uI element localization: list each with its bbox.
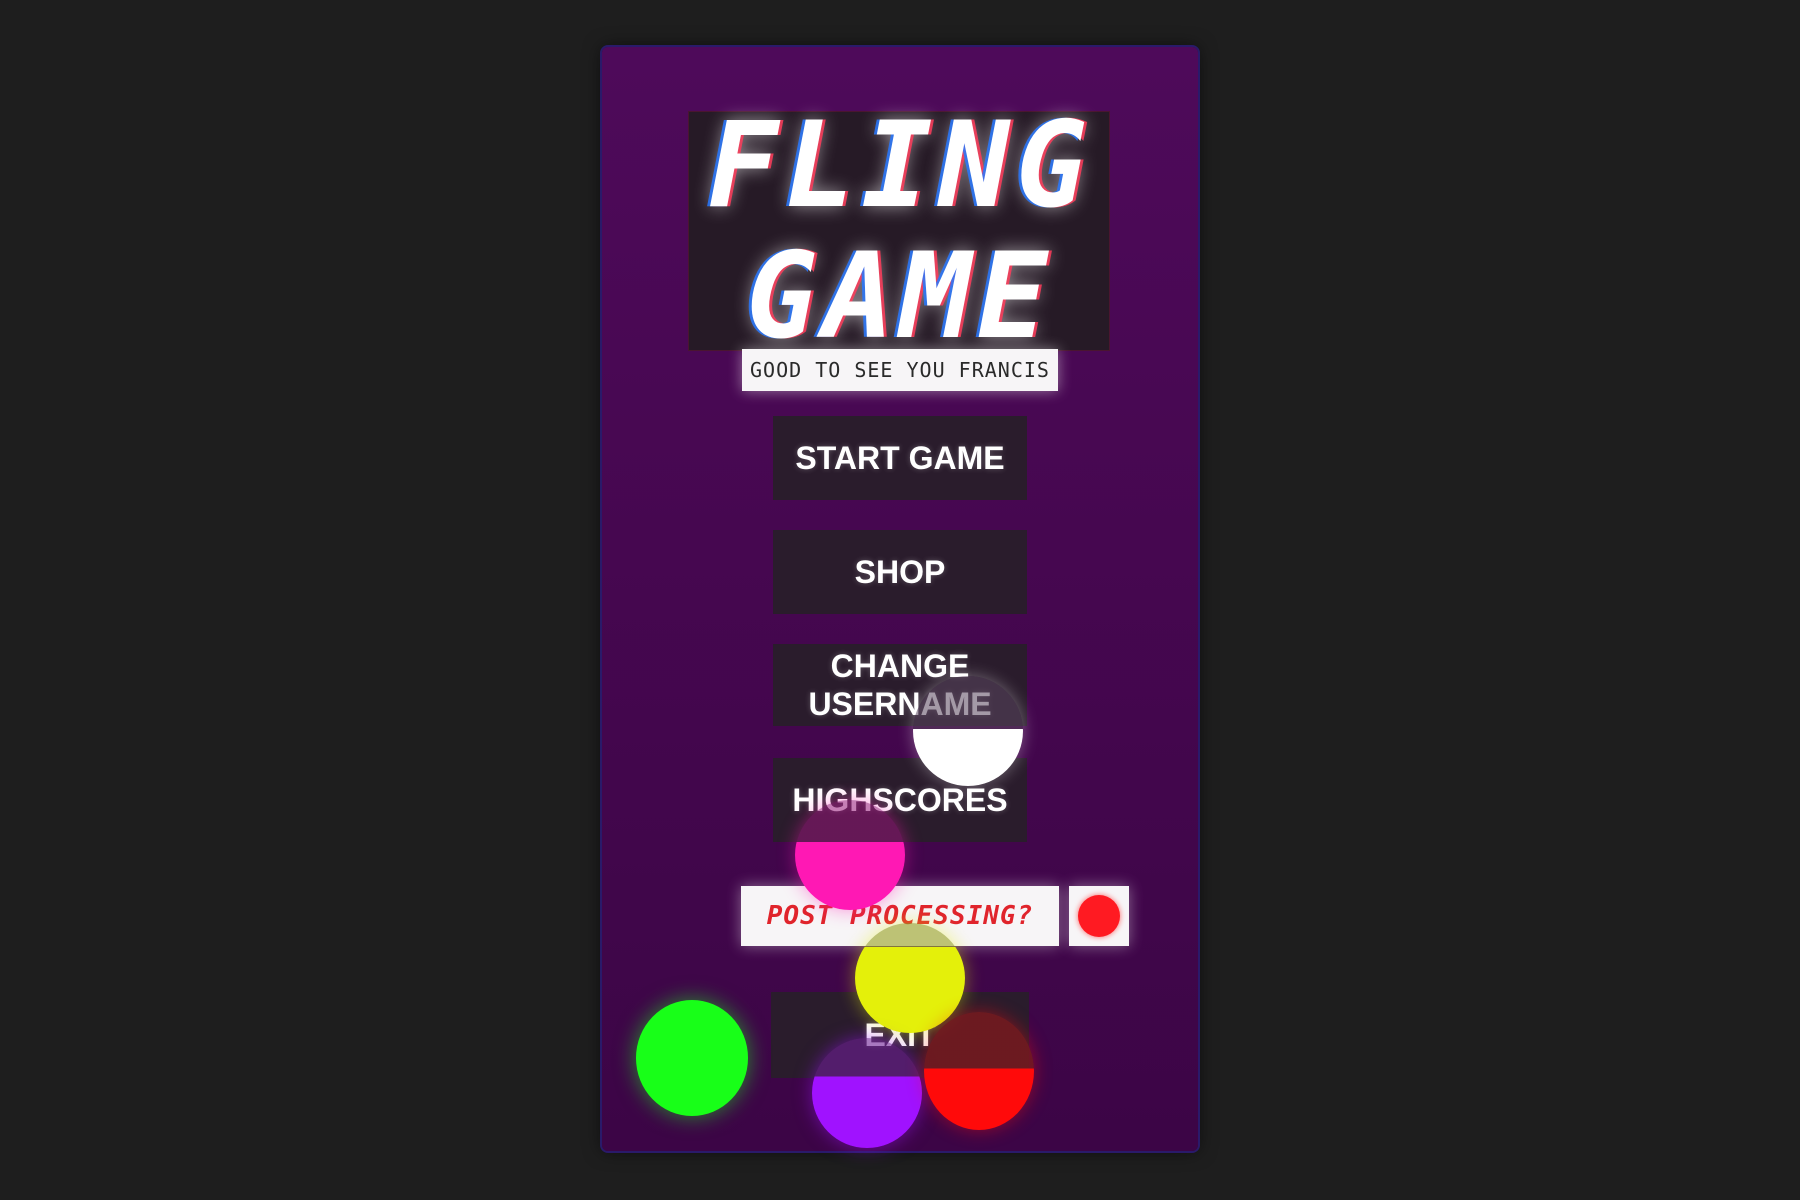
game-screen: FLING GAME GOOD TO SEE YOU FRANCIS START… (0, 0, 1800, 1200)
shop-label: SHOP (854, 554, 946, 590)
post-processing-toggle[interactable] (1069, 886, 1129, 946)
yellow-ball[interactable] (855, 923, 965, 1033)
shop-button[interactable]: SHOP (773, 530, 1027, 614)
game-title-line-1: FLING (707, 96, 1093, 234)
green-ball[interactable] (636, 1000, 748, 1116)
purple-ball[interactable] (812, 1038, 922, 1148)
red-ball[interactable] (924, 1012, 1034, 1130)
game-title-line-2: GAME (745, 227, 1055, 365)
start-game-button[interactable]: START GAME (773, 416, 1027, 500)
white-ball[interactable] (913, 676, 1023, 786)
magenta-ball[interactable] (795, 800, 905, 910)
greeting-label: GOOD TO SEE YOU FRANCIS (742, 349, 1058, 391)
toggle-indicator-dot (1078, 895, 1120, 937)
start-game-label: START GAME (795, 440, 1005, 476)
